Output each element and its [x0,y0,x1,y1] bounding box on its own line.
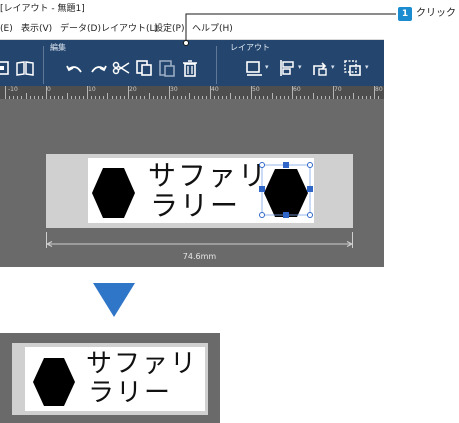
step-number-badge: 1 [398,7,412,21]
distribute-icon[interactable] [276,57,298,79]
preview-text-line1: サファリ [86,349,199,379]
dimension-line [46,232,353,248]
redo-icon[interactable] [87,57,109,79]
undo-icon[interactable] [64,57,86,79]
dropdown-arrow-icon[interactable]: ▾ [365,63,369,71]
preview-text-line2: ラリー [88,378,173,408]
label-text-line2[interactable]: ラリー [150,192,240,220]
ruler-tick-label: 10 [88,86,96,93]
step-instruction: クリック [416,8,456,19]
book-icon[interactable] [14,57,36,79]
width-value: 74.6mm [182,252,217,261]
preview-print-area: サファリ ラリー [25,347,205,411]
resize-handle-bottom-left[interactable] [259,212,265,218]
resize-handle-bottom-right[interactable] [307,212,313,218]
copy-icon[interactable] [133,57,155,79]
resize-handle-right[interactable] [307,186,313,192]
ruler-ticks [5,86,379,99]
callout-line [183,13,396,46]
hexagon-shape[interactable] [90,166,136,220]
label-print-area[interactable]: サファリ ラリー [88,158,314,223]
ruler-tick-label: 60 [293,86,301,93]
paste-icon[interactable] [156,57,178,79]
dropdown-arrow-icon[interactable]: ▾ [298,63,302,71]
arrange-icon[interactable] [342,57,364,79]
resize-handle-top-left[interactable] [259,162,265,168]
ruler-tick-label: 40 [211,86,219,93]
label-text-line1[interactable]: サファリ [148,162,268,190]
down-arrow-icon [93,283,135,317]
ruler-tick-label: 0 [47,86,51,93]
result-preview: サファリ ラリー [0,333,220,423]
align-icon[interactable] [243,57,265,79]
rotate-icon[interactable] [309,57,331,79]
resize-handle-bottom[interactable] [283,212,289,218]
resize-handle-top[interactable] [283,162,289,168]
delete-icon[interactable] [179,57,201,79]
ruler-tick-label: 50 [252,86,260,93]
horizontal-ruler: -10 0 10 20 30 40 50 60 70 80 [0,86,384,99]
cut-icon[interactable] [110,57,132,79]
ruler-tick-label: 20 [129,86,137,93]
width-dimension: 74.6mm [46,232,353,262]
ruler-tick-label: 30 [170,86,178,93]
dropdown-arrow-icon[interactable]: ▾ [331,63,335,71]
print-icon[interactable] [0,57,14,79]
hexagon-shape [33,358,75,406]
resize-handle-top-right[interactable] [307,162,313,168]
ruler-tick-label: 80 [375,86,383,93]
resize-handle-left[interactable] [259,186,265,192]
ruler-tick-label: -10 [8,86,18,93]
dropdown-arrow-icon[interactable]: ▾ [265,63,269,71]
ruler-tick-label: 70 [334,86,342,93]
selection-frame [261,164,311,216]
